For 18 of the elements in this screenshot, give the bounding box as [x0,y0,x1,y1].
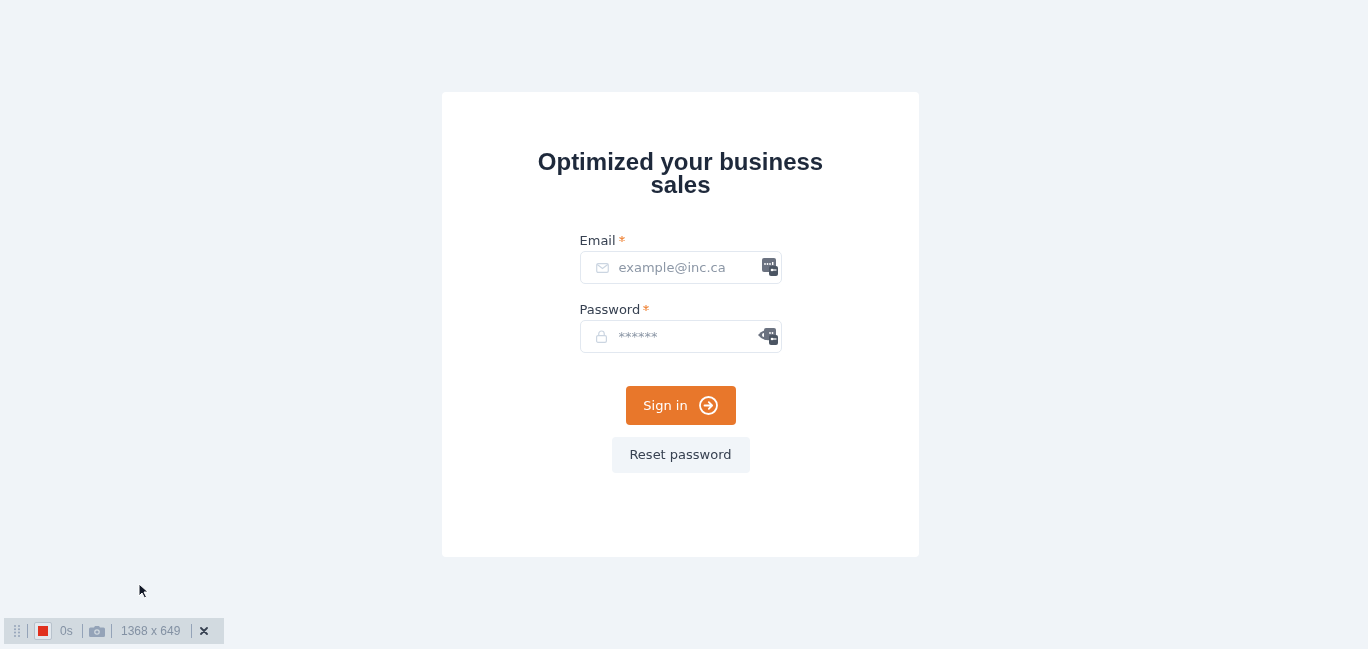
capture-size: 1368 x 649 [121,623,182,640]
arrow-circle-icon [698,396,718,415]
drag-handle-icon[interactable] [14,625,20,637]
eye-tile-icon [757,327,778,345]
dotted-tile-icon [761,258,778,276]
lock-icon [595,330,607,343]
stop-icon [38,626,48,636]
stop-recording-button[interactable] [34,622,52,640]
field-label: Password [579,301,641,319]
recording-timer: 0s [60,623,74,640]
field-label: Email [579,232,616,250]
reset-password-button[interactable]: Reset password [611,437,750,473]
password-field[interactable]: ****** [579,320,782,353]
mail-icon [595,263,609,273]
mouse-pointer-icon [138,583,149,599]
email-field[interactable]: example@inc.ca [579,251,782,284]
close-icon[interactable] [200,627,208,635]
form-title: Optimized your business sales [536,150,825,196]
